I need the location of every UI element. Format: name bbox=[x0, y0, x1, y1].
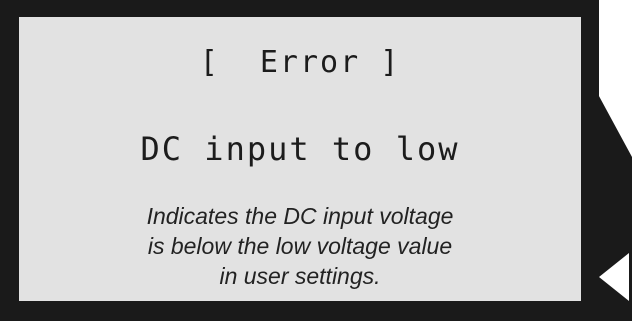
error-message: DC input to low bbox=[140, 130, 460, 168]
left-triangle-icon[interactable] bbox=[593, 247, 632, 307]
description-line-2: is below the low voltage value bbox=[147, 233, 453, 259]
error-description: Indicates the DC input voltage is below … bbox=[19, 201, 581, 291]
lcd-screen: [ Error ] DC input to low Indicates the … bbox=[19, 17, 581, 301]
description-line-3: in user settings. bbox=[219, 263, 381, 289]
lcd-display-device: [ Error ] DC input to low Indicates the … bbox=[0, 0, 632, 321]
description-line-1: Indicates the DC input voltage bbox=[146, 203, 454, 229]
error-title: [ Error ] bbox=[199, 45, 401, 80]
